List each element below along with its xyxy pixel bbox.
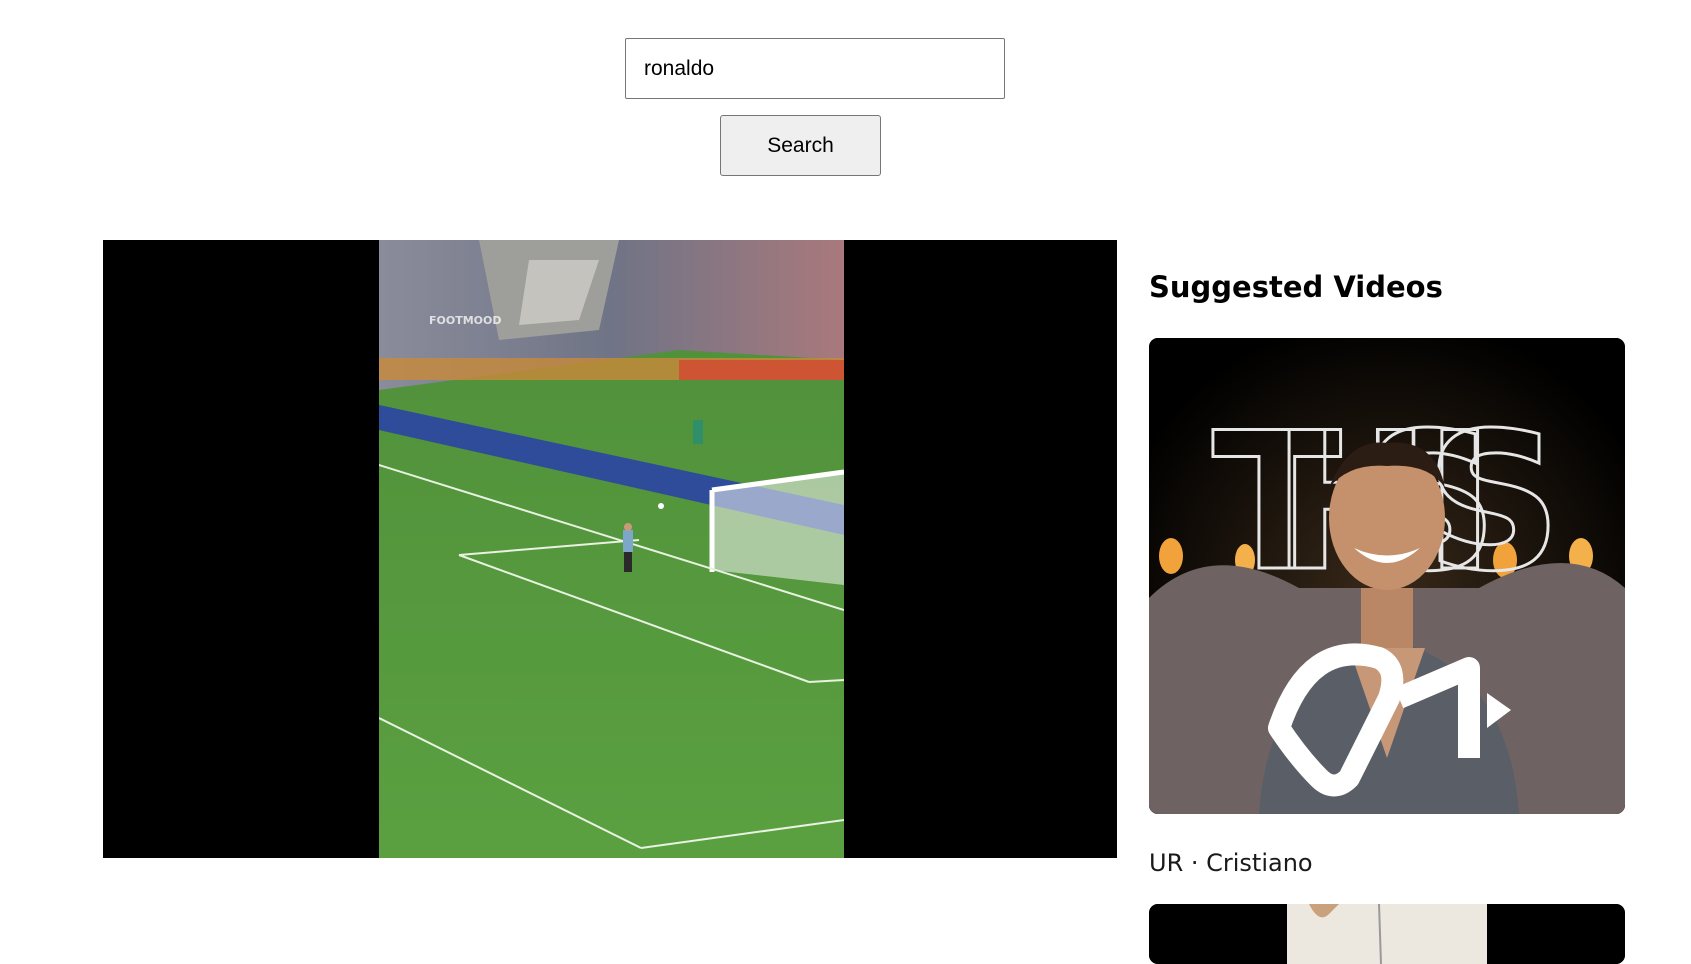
suggested-video-thumbnail[interactable]: THIS IS UR xyxy=(1149,338,1625,814)
video-frame: FOOTMOOD xyxy=(379,240,844,858)
suggested-video-thumbnail-2[interactable] xyxy=(1149,904,1625,964)
suggested-video-title[interactable]: UR · Cristiano xyxy=(1149,849,1313,877)
search-button[interactable]: Search xyxy=(720,115,881,176)
search-input[interactable] xyxy=(625,38,1005,99)
watermark-text: FOOTMOOD xyxy=(429,314,502,327)
thumbnail-image-2 xyxy=(1149,904,1625,964)
thumbnail-image: THIS IS UR xyxy=(1149,338,1625,814)
video-player[interactable]: FOOTMOOD xyxy=(103,240,1117,858)
suggested-videos-heading: Suggested Videos xyxy=(1149,270,1443,304)
football-scene-image: FOOTMOOD xyxy=(379,240,844,858)
